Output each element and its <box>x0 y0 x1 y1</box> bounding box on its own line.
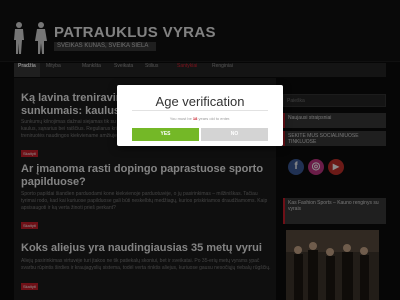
yes-button[interactable]: YES <box>132 128 199 141</box>
modal-overlay[interactable] <box>0 0 400 300</box>
dialog-title: Age verification <box>155 94 245 109</box>
dialog-message-suffix: years old to enter. <box>197 116 231 121</box>
dialog-message-prefix: You must be <box>169 116 193 121</box>
no-button[interactable]: NO <box>201 128 268 141</box>
dialog-message: You must be 18 years old to enter. <box>117 116 283 121</box>
age-verification-dialog: Age verification You must be 18 years ol… <box>117 85 283 146</box>
dialog-divider <box>132 110 268 111</box>
